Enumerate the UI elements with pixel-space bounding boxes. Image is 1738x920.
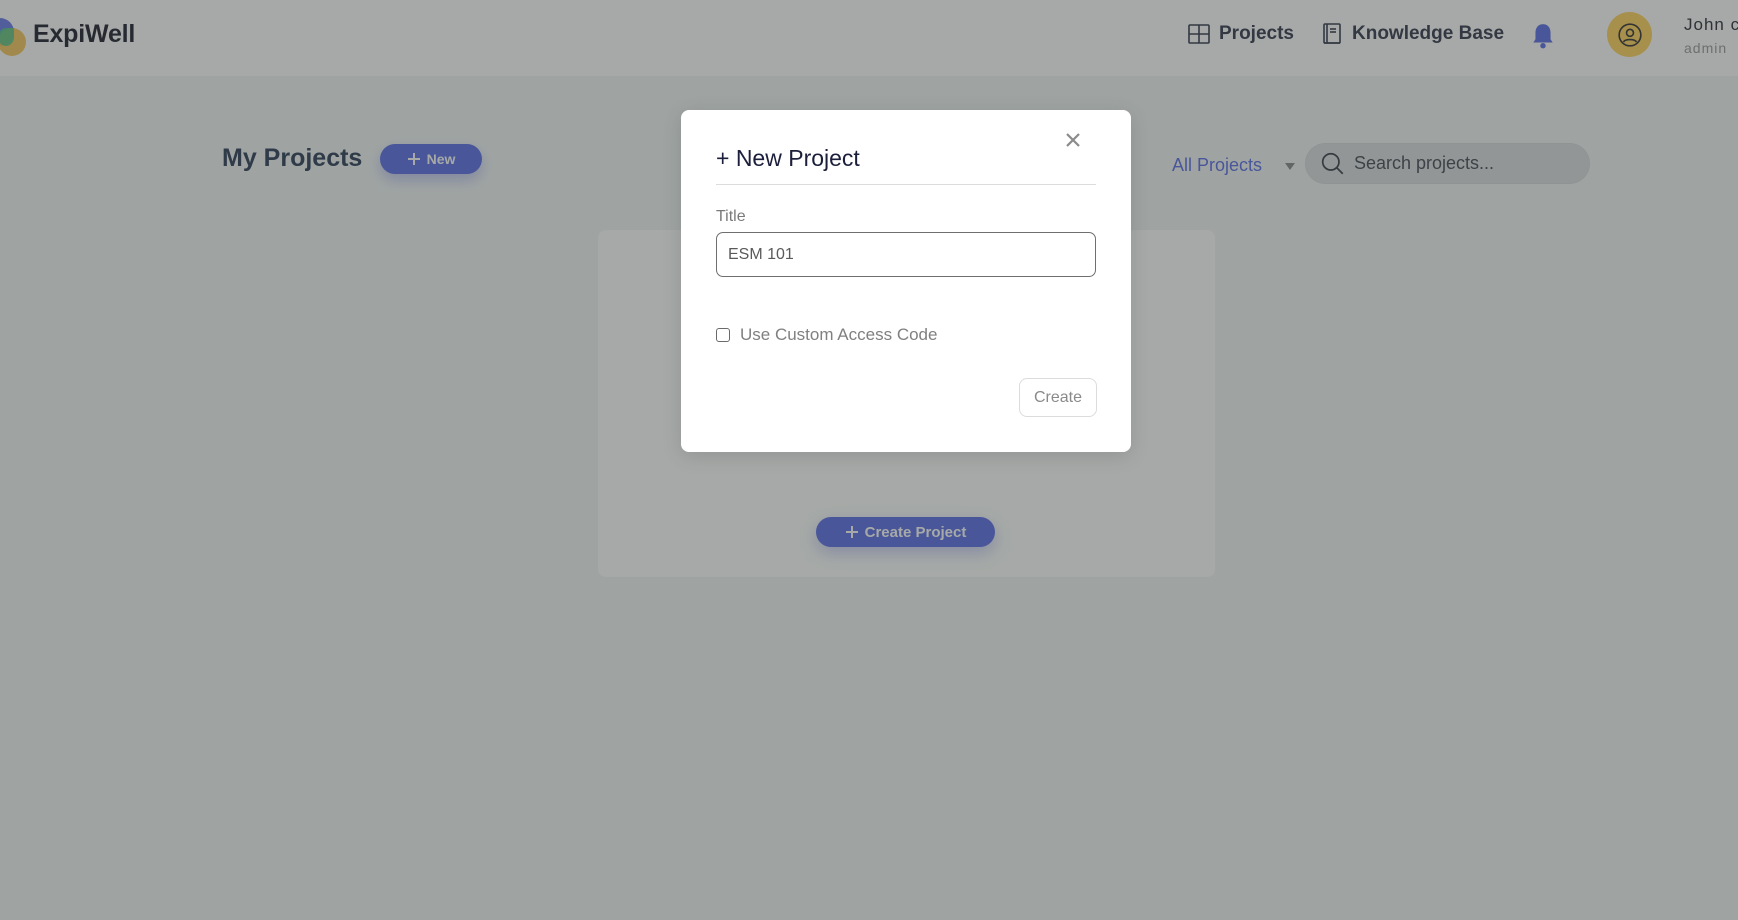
title-field-label: Title bbox=[716, 208, 746, 225]
new-project-modal: + New Project Title Use Custom Access Co… bbox=[681, 110, 1131, 452]
modal-divider bbox=[716, 184, 1096, 185]
custom-access-code-label[interactable]: Use Custom Access Code bbox=[740, 325, 937, 345]
create-button[interactable]: Create bbox=[1019, 378, 1097, 417]
close-button[interactable] bbox=[1061, 128, 1085, 152]
modal-title: + New Project bbox=[716, 145, 860, 171]
custom-access-code-checkbox[interactable] bbox=[716, 328, 730, 342]
custom-access-code-option[interactable]: Use Custom Access Code bbox=[716, 325, 937, 345]
title-input[interactable] bbox=[716, 232, 1096, 277]
close-icon bbox=[1066, 133, 1080, 147]
